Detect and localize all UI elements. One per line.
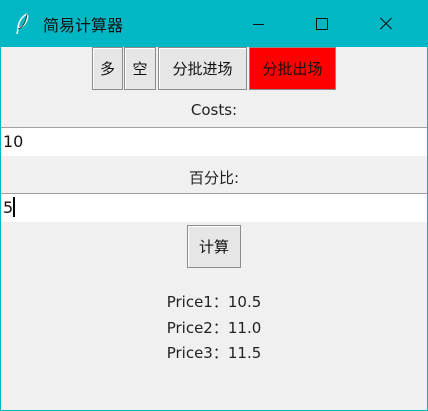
costs-input[interactable]: 10 — [1, 127, 427, 156]
minimize-button[interactable] — [235, 1, 281, 47]
calculate-button[interactable]: 计算 — [187, 225, 241, 268]
close-icon — [379, 17, 393, 31]
window-title: 简易计算器 — [43, 16, 124, 35]
long-button[interactable]: 多 — [92, 47, 123, 90]
close-button[interactable] — [363, 1, 409, 47]
minimize-icon — [252, 23, 264, 25]
percent-value: 5 — [3, 198, 14, 217]
short-button[interactable]: 空 — [124, 47, 156, 90]
batch-exit-button[interactable]: 分批出场 — [249, 47, 336, 90]
maximize-button[interactable] — [299, 1, 345, 47]
text-cursor — [13, 197, 16, 217]
percent-label: 百分比: — [188, 169, 240, 187]
costs-label: Costs: — [190, 101, 238, 119]
feather-icon — [16, 13, 29, 35]
title-bar[interactable]: 简易计算器 — [1, 1, 427, 47]
price2-result: Price2：11.0 — [166, 319, 262, 337]
percent-input[interactable]: 5 — [1, 193, 427, 222]
price1-result: Price1：10.5 — [166, 293, 262, 311]
price3-result: Price3：11.5 — [166, 344, 262, 362]
maximize-icon — [316, 18, 328, 30]
batch-entry-button[interactable]: 分批进场 — [158, 47, 247, 90]
